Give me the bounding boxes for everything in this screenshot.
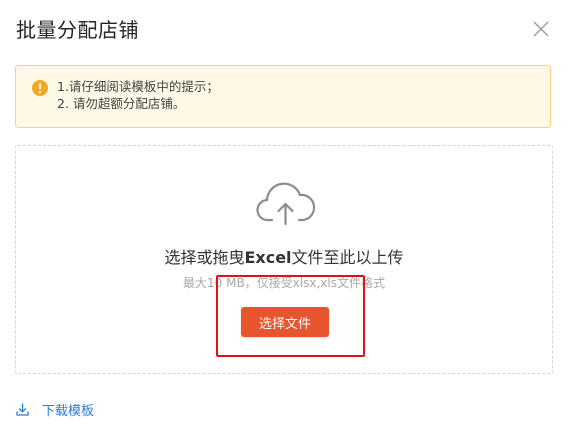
dialog-title: 批量分配店铺 bbox=[16, 18, 139, 42]
upload-hint: 最大10 MB，仅接受xlsx,xls文件格式 bbox=[183, 276, 385, 290]
notice-banner: 1.请仔细阅读模板中的提示； 2. 请勿超额分配店铺。 bbox=[15, 65, 551, 128]
batch-assign-dialog: 批量分配店铺 1.请仔细阅读模板中的提示； 2. 请勿超额分配店铺。 选择或拖曳… bbox=[0, 0, 573, 432]
upload-dropzone[interactable]: 选择或拖曳Excel文件至此以上传 最大10 MB，仅接受xlsx,xls文件格… bbox=[15, 145, 553, 374]
notice-text: 1.请仔细阅读模板中的提示； 2. 请勿超额分配店铺。 bbox=[57, 78, 219, 112]
download-icon bbox=[16, 402, 29, 416]
upload-heading-suffix: 文件至此以上传 bbox=[291, 248, 404, 267]
download-template-label: 下载模板 bbox=[42, 403, 95, 419]
notice-line-2: 2. 请勿超额分配店铺。 bbox=[57, 96, 186, 111]
upload-heading-prefix: 选择或拖曳 bbox=[164, 248, 245, 267]
upload-heading: 选择或拖曳Excel文件至此以上传 bbox=[16, 247, 552, 269]
cloud-upload-icon bbox=[256, 182, 316, 226]
close-button[interactable] bbox=[531, 19, 551, 39]
download-template-link[interactable]: 下载模板 bbox=[16, 400, 95, 419]
notice-line-1: 1.请仔细阅读模板中的提示； bbox=[57, 79, 219, 94]
close-icon bbox=[533, 21, 549, 37]
choose-file-button[interactable]: 选择文件 bbox=[241, 307, 329, 337]
warning-icon bbox=[32, 80, 48, 96]
upload-heading-format: Excel bbox=[244, 248, 292, 267]
